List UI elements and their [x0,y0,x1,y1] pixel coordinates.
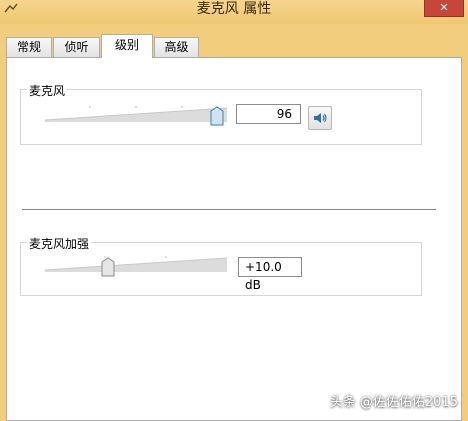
microphone-slider-track[interactable] [45,106,227,122]
levels-panel: 麦克风 96 麦克风加强 +10.0 dB [6,57,462,421]
section-divider [22,209,436,210]
tab-advanced[interactable]: 高级 [154,37,199,57]
mute-toggle-button[interactable] [308,106,332,130]
speaker-icon [314,113,327,123]
microphone-boost-group: 麦克风加强 +10.0 dB [20,235,422,296]
title-bar[interactable]: 麦克风 属性 ✕ [0,0,468,24]
dialog-frame: 常规 侦听 级别 高级 麦克风 96 麦克风加强 +10.0 dB [0,24,466,421]
window-title: 麦克风 属性 [196,1,272,17]
microphone-boost-group-label: 麦克风加强 [27,235,92,252]
watermark: 头条 @佐佐佑佑2015 [329,395,458,410]
boost-value[interactable]: +10.0 dB [238,257,302,292]
microphone-group-label: 麦克风 [27,82,68,99]
tab-general[interactable]: 常规 [6,37,52,57]
close-button[interactable]: ✕ [424,0,464,17]
microphone-group: 麦克风 96 [20,82,422,145]
tab-levels[interactable]: 级别 [101,34,153,58]
boost-slider-thumb[interactable] [101,257,115,277]
microphone-slider-thumb[interactable] [210,106,224,126]
microphone-level-value[interactable]: 96 [236,104,301,124]
tab-listen[interactable]: 侦听 [53,37,100,57]
boost-slider-track[interactable] [45,256,227,272]
close-icon: ✕ [439,1,449,14]
